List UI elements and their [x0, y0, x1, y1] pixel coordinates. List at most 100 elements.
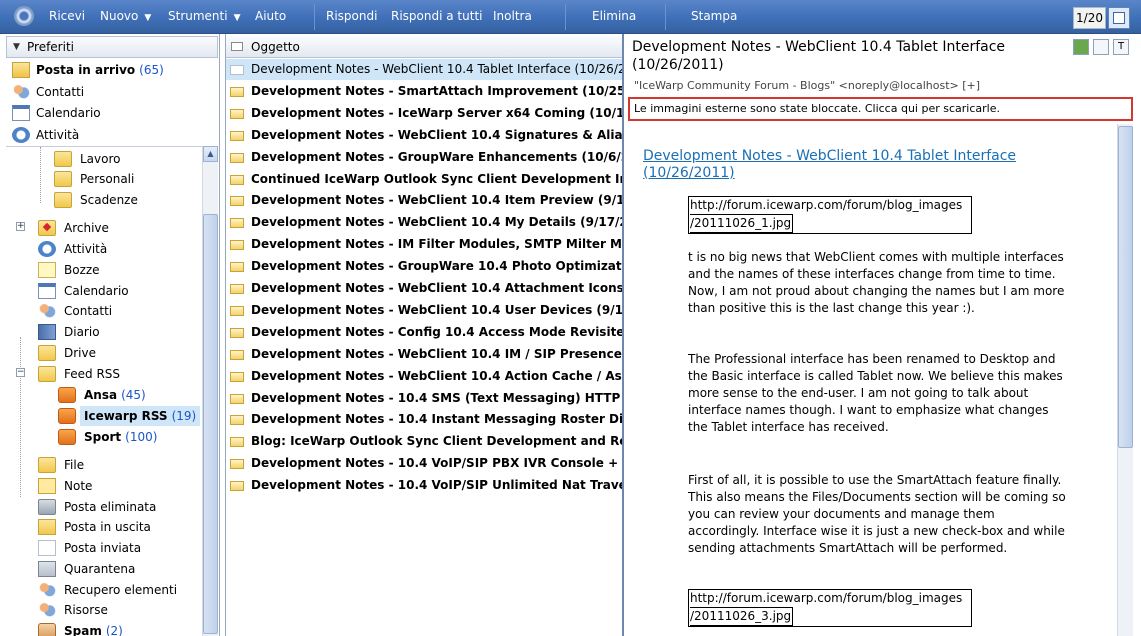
folder-label: Note [64, 479, 93, 493]
message-row[interactable]: Development Notes - WebClient 10.4 Attac… [226, 278, 622, 299]
message-subject: Development Notes - WebClient 10.4 Actio… [251, 368, 622, 383]
unread-count: (100) [125, 430, 158, 444]
subject-column-label: Oggetto [251, 40, 300, 54]
message-row[interactable]: Development Notes - WebClient 10.4 Item … [226, 190, 622, 211]
message-row[interactable]: Development Notes - WebClient 10.4 Actio… [226, 366, 622, 387]
message-row[interactable]: Development Notes - 10.4 Instant Messagi… [226, 409, 622, 430]
message-subject: Development Notes - WebClient 10.4 Signa… [251, 127, 622, 142]
folder-label: Contatti [64, 304, 113, 318]
message-row[interactable]: Development Notes - GroupWare 10.4 Photo… [226, 256, 622, 277]
message-sender[interactable]: "IceWarp Community Forum - Blogs" <norep… [634, 79, 980, 92]
message-subject: Development Notes - 10.4 SMS (Text Messa… [251, 390, 622, 405]
folder-icon [54, 192, 72, 208]
unread-envelope-icon [230, 218, 244, 229]
reading-pane: Development Notes - WebClient 10.4 Table… [622, 34, 1141, 636]
forward-button[interactable]: Inoltra [493, 0, 532, 32]
unread-envelope-icon [230, 349, 244, 360]
scroll-thumb[interactable] [203, 214, 218, 634]
reply-button[interactable]: Rispondi [326, 0, 377, 32]
scroll-thumb[interactable] [1118, 126, 1133, 448]
message-row[interactable]: Development Notes - Config 10.4 Access M… [226, 322, 622, 343]
tools-label: Strumenti [168, 9, 228, 23]
message-row[interactable]: Blog: IceWarp Outlook Sync Client Develo… [226, 431, 622, 452]
flag-icon[interactable] [1073, 39, 1089, 55]
envelope-column-icon [231, 42, 243, 51]
body-paragraph: t is no big news that WebClient comes wi… [688, 250, 1065, 315]
favorite-tasks-label: Attività [36, 128, 80, 142]
toolbar-divider [665, 4, 666, 30]
page-counter: 1/20 [1073, 7, 1106, 29]
folder-label: Lavoro [80, 152, 121, 166]
calendar-icon [38, 283, 56, 299]
notes-icon [38, 478, 56, 494]
message-row[interactable]: Development Notes - SmartAttach Improvem… [226, 81, 622, 102]
reading-pane-scrollbar[interactable] [1117, 124, 1133, 636]
rss-icon [58, 429, 76, 445]
message-row[interactable]: Development Notes - WebClient 10.4 My De… [226, 212, 622, 233]
unread-envelope-icon [230, 459, 244, 470]
window-icon[interactable] [1093, 39, 1109, 55]
body-paragraph: The Professional interface has been rena… [688, 352, 1063, 434]
calendar-icon [12, 105, 30, 121]
blocked-image-placeholder[interactable]: http://forum.icewarp.com/forum/blog_imag… [688, 196, 972, 234]
spam-icon [38, 623, 56, 636]
message-subject: Development Notes - WebClient 10.4 My De… [251, 215, 622, 230]
message-row[interactable]: Development Notes - WebClient 10.4 Table… [226, 59, 622, 80]
message-row[interactable]: Development Notes - 10.4 VoIP/SIP PBX IV… [226, 453, 622, 474]
feed-label: Icewarp RSS (19) [80, 406, 201, 426]
toolbar-divider [314, 4, 315, 30]
message-row[interactable]: Development Notes - IceWarp Server x64 C… [226, 103, 622, 124]
blocked-images-notice[interactable]: Le immagini esterne sono state bloccate.… [628, 97, 1133, 121]
receive-button[interactable]: Ricevi [49, 0, 85, 32]
sent-icon [38, 540, 56, 556]
folder-tree: Lavoro Personali Scadenze + Archive Atti… [6, 146, 218, 636]
archive-folder-icon [38, 220, 56, 236]
app-logo-icon[interactable] [14, 6, 34, 26]
favorite-calendar-label: Calendario [36, 106, 101, 120]
message-subject: Development Notes - WebClient 10.4 Item … [251, 193, 622, 208]
folder-label: Diario [64, 325, 100, 339]
help-button[interactable]: Aiuto [255, 0, 286, 32]
folder-icon [38, 366, 56, 382]
collapse-triangle-icon: ▼ [13, 42, 20, 52]
subject-column-header[interactable]: Oggetto [226, 36, 622, 58]
text-mode-icon[interactable]: T [1113, 39, 1129, 55]
folder-tree-scrollbar[interactable]: ▲ [202, 146, 218, 636]
unread-envelope-icon [230, 130, 244, 141]
message-row[interactable]: Development Notes - 10.4 VoIP/SIP Unlimi… [226, 475, 622, 496]
tasks-icon [38, 241, 56, 257]
message-body: Development Notes - WebClient 10.4 Table… [626, 124, 1121, 636]
unread-envelope-icon [230, 262, 244, 273]
message-row[interactable]: Continued IceWarp Outlook Sync Client De… [226, 169, 622, 190]
new-menu-button[interactable]: Nuovo ▼ [100, 0, 151, 32]
message-row[interactable]: Development Notes - IM Filter Modules, S… [226, 234, 622, 255]
image-url-line: http://forum.icewarp.com/forum/blog_imag… [690, 198, 963, 212]
message-row[interactable]: Development Notes - WebClient 10.4 Signa… [226, 125, 622, 146]
tools-menu-button[interactable]: Strumenti ▼ [168, 0, 241, 32]
layout-view-button[interactable] [1108, 7, 1130, 29]
print-button[interactable]: Stampa [691, 0, 737, 32]
folder-label: Bozze [64, 263, 100, 277]
folder-label: Risorse [64, 603, 108, 617]
article-link[interactable]: Development Notes - WebClient 10.4 Table… [643, 148, 1083, 182]
message-subject: Blog: IceWarp Outlook Sync Client Develo… [251, 434, 622, 449]
message-row[interactable]: Development Notes - 10.4 SMS (Text Messa… [226, 388, 622, 409]
feed-label: Ansa (45) [84, 385, 146, 405]
delete-button[interactable]: Elimina [592, 0, 636, 32]
message-subject: Development Notes - Config 10.4 Access M… [251, 324, 622, 339]
spam-label: Spam [64, 624, 102, 636]
expand-toggle[interactable]: + [16, 222, 25, 231]
message-row[interactable]: Development Notes - GroupWare Enhancemen… [226, 147, 622, 168]
favorites-header[interactable]: ▼ Preferiti [6, 36, 218, 58]
unread-envelope-icon [230, 371, 244, 382]
folder-label: Drive [64, 346, 96, 360]
reply-all-button[interactable]: Rispondi a tutti [391, 0, 482, 32]
message-row[interactable]: Development Notes - WebClient 10.4 IM / … [226, 344, 622, 365]
folder-label: Personali [80, 172, 135, 186]
quarantine-icon [38, 561, 56, 577]
blocked-image-placeholder[interactable]: http://forum.icewarp.com/forum/blog_imag… [688, 589, 972, 627]
message-row[interactable]: Development Notes - WebClient 10.4 User … [226, 300, 622, 321]
collapse-toggle[interactable]: − [16, 368, 25, 377]
tasks-icon [12, 127, 30, 143]
scroll-up-arrow-icon[interactable]: ▲ [203, 146, 218, 162]
